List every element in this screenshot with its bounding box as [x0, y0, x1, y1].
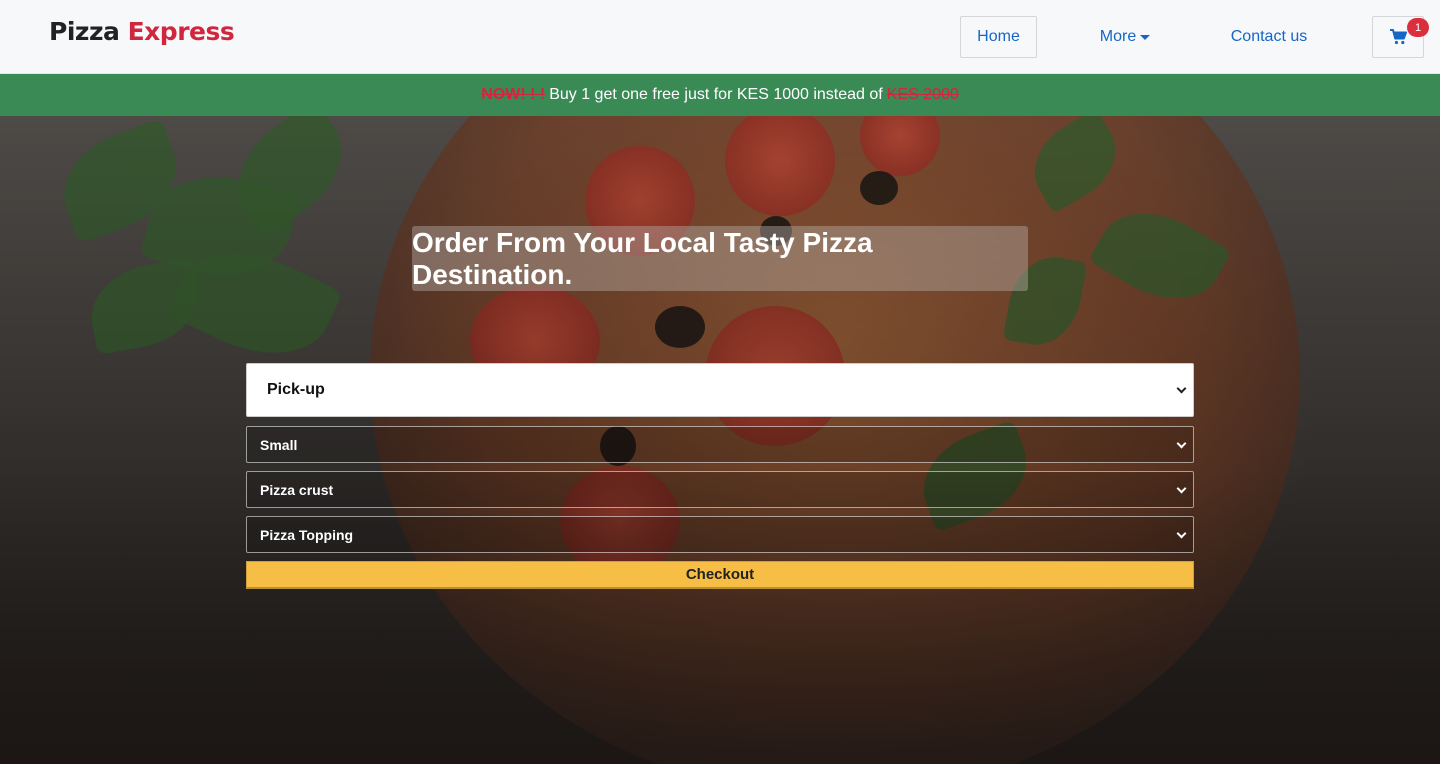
crust-select-value: Pizza crust: [260, 481, 334, 498]
nav-contact-link[interactable]: Contact us: [1222, 16, 1316, 58]
checkout-button[interactable]: Checkout: [246, 561, 1194, 589]
cart-count-badge: 1: [1407, 18, 1429, 37]
topping-select[interactable]: Pizza Topping: [246, 516, 1194, 553]
brand-part-1: Pizza: [49, 17, 120, 46]
crust-select[interactable]: Pizza crust: [246, 471, 1194, 508]
chevron-down-icon: [1176, 483, 1187, 493]
promo-banner: NOW! ! ! Buy 1 get one free just for KES…: [0, 74, 1440, 116]
promo-old-price: KES 2000: [886, 86, 959, 103]
brand-logo[interactable]: Pizza Express: [49, 17, 235, 46]
nav-more-label: More: [1099, 28, 1137, 45]
caret-down-icon: [1140, 34, 1151, 40]
hero-title: Order From Your Local Tasty Pizza Destin…: [412, 226, 1028, 291]
size-select-value: Small: [260, 436, 298, 453]
chevron-down-icon: [1176, 383, 1187, 394]
promo-text: Buy 1 get one free just for KES 1000 ins…: [549, 86, 883, 103]
size-select[interactable]: Small: [246, 426, 1194, 463]
navbar: Pizza Express Home More Contact us 1: [0, 0, 1440, 74]
chevron-down-icon: [1176, 438, 1187, 448]
shopping-cart-icon: [1390, 29, 1407, 45]
hero-section: Order From Your Local Tasty Pizza Destin…: [0, 116, 1440, 764]
nav-more-dropdown[interactable]: More: [1092, 16, 1158, 58]
chevron-down-icon: [1176, 528, 1187, 538]
brand-part-2: Express: [127, 17, 235, 46]
topping-select-value: Pizza Topping: [260, 526, 354, 543]
promo-now: NOW! ! !: [481, 86, 546, 103]
delivery-select[interactable]: Pick-up: [246, 363, 1194, 417]
nav-home-link[interactable]: Home: [960, 16, 1037, 58]
delivery-select-value: Pick-up: [267, 381, 325, 398]
